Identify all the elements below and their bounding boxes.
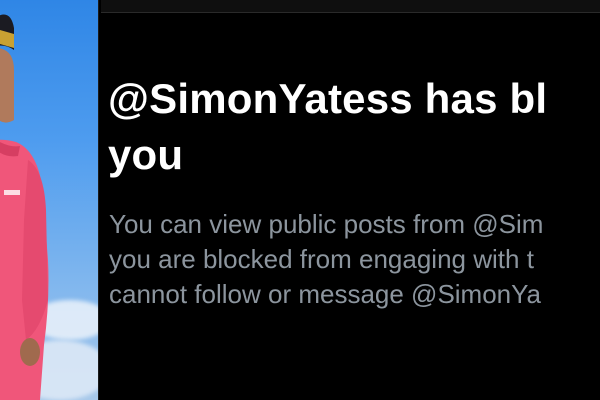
profile-photo [0,0,99,400]
top-bar [101,0,600,13]
blocked-description-line: you are blocked from engaging with t [109,244,534,274]
blocked-description-line: cannot follow or message @SimonYa [109,279,542,309]
screen: @SimonYatess has bl you You can view pub… [0,0,600,400]
photo-divider [98,0,99,400]
cyclist-figure [0,14,49,400]
blocked-description: You can view public posts from @Sim you … [109,207,600,312]
blocked-title-line: you [108,131,184,178]
blocked-description-line: You can view public posts from @Sim [109,209,544,239]
blocked-title-line: @SimonYatess has bl [108,75,548,122]
blocked-notice-panel: @SimonYatess has bl you You can view pub… [101,13,600,400]
blocked-title: @SimonYatess has bl you [108,71,600,183]
